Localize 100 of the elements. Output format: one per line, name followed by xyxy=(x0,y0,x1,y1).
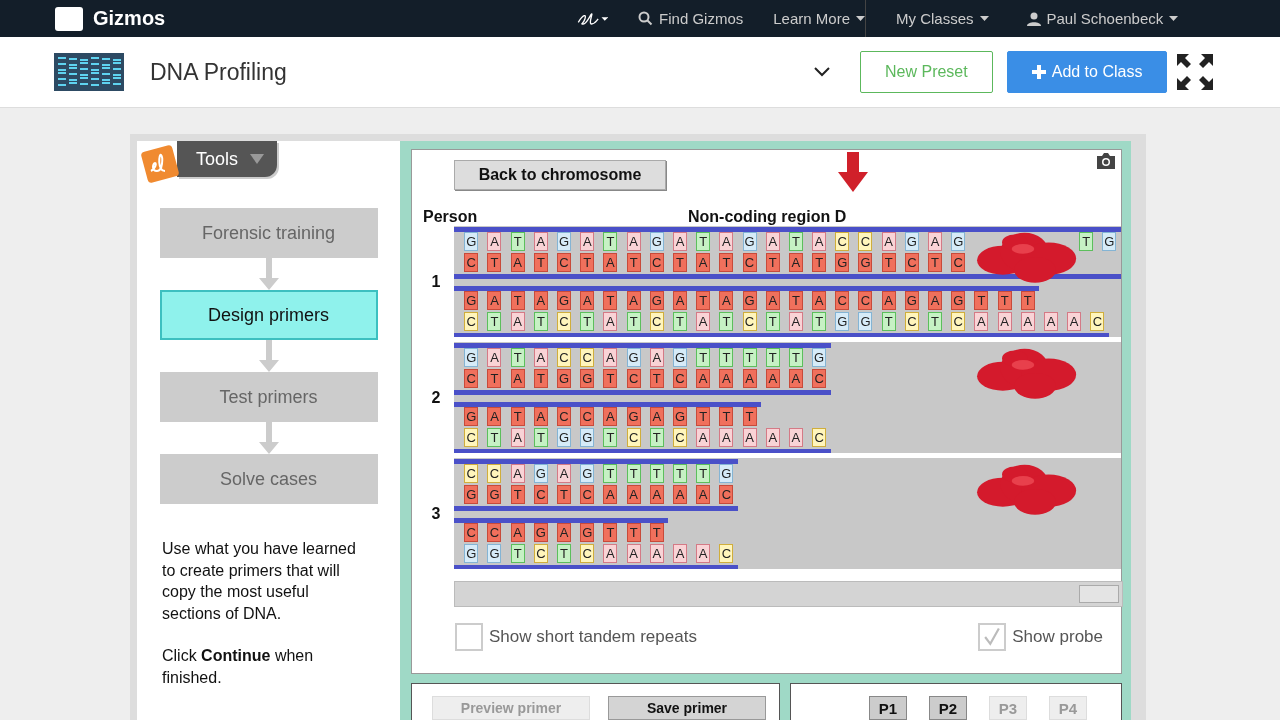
primer-button[interactable]: P1 xyxy=(869,696,907,720)
nucleotide: T xyxy=(649,369,664,388)
nucleotide: T xyxy=(696,407,711,426)
step-button[interactable]: Design primers xyxy=(159,290,378,340)
nucleotide: A xyxy=(881,232,896,251)
nucleotide: C xyxy=(626,369,641,388)
nucleotide: G xyxy=(464,485,479,504)
fullscreen-icon[interactable] xyxy=(1177,54,1214,90)
nucleotide: A xyxy=(673,291,687,310)
nav-link[interactable]: Find Gizmos xyxy=(638,10,744,27)
nucleotide: A xyxy=(580,291,595,310)
nucleotide: A xyxy=(626,291,641,310)
nucleotide: A xyxy=(580,232,595,251)
camera-icon[interactable] xyxy=(1095,152,1117,170)
nucleotide: A xyxy=(788,312,803,331)
nucleotide: T xyxy=(510,232,525,251)
nucleotide: T xyxy=(928,312,943,331)
nucleotide: A xyxy=(765,232,780,251)
back-button[interactable]: Back to chromosome xyxy=(454,160,666,190)
person-number: 3 xyxy=(430,504,442,523)
nucleotide: T xyxy=(603,523,618,542)
nucleotide: T xyxy=(788,348,803,367)
nucleotide: T xyxy=(533,253,548,272)
nucleotide: G xyxy=(719,464,734,483)
nucleotide: A xyxy=(719,428,734,447)
checkbox-option[interactable]: Show probe xyxy=(978,623,1103,651)
nucleotide: T xyxy=(603,369,618,388)
action-button[interactable]: Save primer xyxy=(608,696,766,720)
checkbox[interactable] xyxy=(978,623,1007,651)
nucleotide: T xyxy=(533,428,548,447)
nucleotide: T xyxy=(719,312,734,331)
nucleotide: T xyxy=(487,369,502,388)
nucleotide: C xyxy=(557,312,572,331)
nucleotide: C xyxy=(719,485,734,504)
nucleotide: A xyxy=(1020,312,1035,331)
nucleotide: T xyxy=(719,348,734,367)
nucleotide: C xyxy=(835,291,850,310)
logo-text[interactable]: Gizmos xyxy=(93,7,166,30)
nucleotide: C xyxy=(557,253,572,272)
nucleotide: A xyxy=(649,544,664,563)
nucleotide: G xyxy=(673,348,687,367)
nucleotide: C xyxy=(812,369,827,388)
nucleotide: T xyxy=(649,428,664,447)
nucleotide: A xyxy=(928,232,943,251)
checkbox-option[interactable]: Show short tandem repeats xyxy=(455,623,697,651)
nucleotide: T xyxy=(928,253,943,272)
nucleotide: T xyxy=(487,253,502,272)
nucleotide: A xyxy=(626,232,641,251)
nucleotide: A xyxy=(626,485,641,504)
chevron-down-icon[interactable] xyxy=(814,67,830,77)
nucleotide: C xyxy=(464,312,479,331)
nucleotide: T xyxy=(603,232,618,251)
nucleotide: A xyxy=(603,348,618,367)
nucleotide: A xyxy=(997,312,1012,331)
nucleotide: A xyxy=(487,291,502,310)
horizontal-scrollbar[interactable] xyxy=(454,581,1123,607)
step-button[interactable]: Test primers xyxy=(159,372,378,422)
nucleotide: T xyxy=(812,312,827,331)
nucleotide: T xyxy=(557,544,572,563)
step-button[interactable]: Solve cases xyxy=(159,454,378,504)
nucleotide: G xyxy=(626,348,641,367)
nucleotide: A xyxy=(603,253,618,272)
nucleotide: T xyxy=(510,485,525,504)
nucleotide: G xyxy=(742,291,757,310)
nucleotide: C xyxy=(858,291,873,310)
nucleotide: C xyxy=(487,464,502,483)
nucleotide: G xyxy=(487,485,502,504)
nucleotide: A xyxy=(788,369,803,388)
checkbox[interactable] xyxy=(455,623,483,651)
nucleotide: T xyxy=(487,428,502,447)
nav-link[interactable]: My Classes xyxy=(896,10,989,27)
nucleotide: G xyxy=(557,428,572,447)
nucleotide: G xyxy=(649,291,664,310)
nucleotide: G xyxy=(858,253,873,272)
person-number: 1 xyxy=(430,272,442,291)
nucleotide: T xyxy=(788,232,803,251)
nucleotide: C xyxy=(719,544,734,563)
primer-button[interactable]: P2 xyxy=(929,696,967,720)
user-menu[interactable]: Paul Schoenbeck xyxy=(1026,10,1179,27)
step-button[interactable]: Forensic training xyxy=(159,208,378,258)
nucleotide: C xyxy=(464,464,479,483)
nucleotide: G xyxy=(580,369,595,388)
tools-menu[interactable]: Tools xyxy=(177,141,277,177)
nucleotide: T xyxy=(487,312,502,331)
nucleotide: C xyxy=(1090,312,1105,331)
page-title: DNA Profiling xyxy=(150,58,288,86)
nucleotide: A xyxy=(603,544,618,563)
nucleotide: T xyxy=(673,253,687,272)
nucleotide: T xyxy=(881,312,896,331)
nucleotide: A xyxy=(1067,312,1082,331)
nucleotide: T xyxy=(580,312,595,331)
nav-link[interactable]: Learn More xyxy=(773,10,865,27)
nucleotide: A xyxy=(510,523,525,542)
nucleotide: G xyxy=(580,464,595,483)
nucleotide: C xyxy=(904,253,919,272)
nucleotide: A xyxy=(557,464,572,483)
nucleotide: A xyxy=(603,312,618,331)
nucleotide: G xyxy=(557,291,572,310)
nucleotide: G xyxy=(742,232,757,251)
nucleotide: A xyxy=(487,232,502,251)
